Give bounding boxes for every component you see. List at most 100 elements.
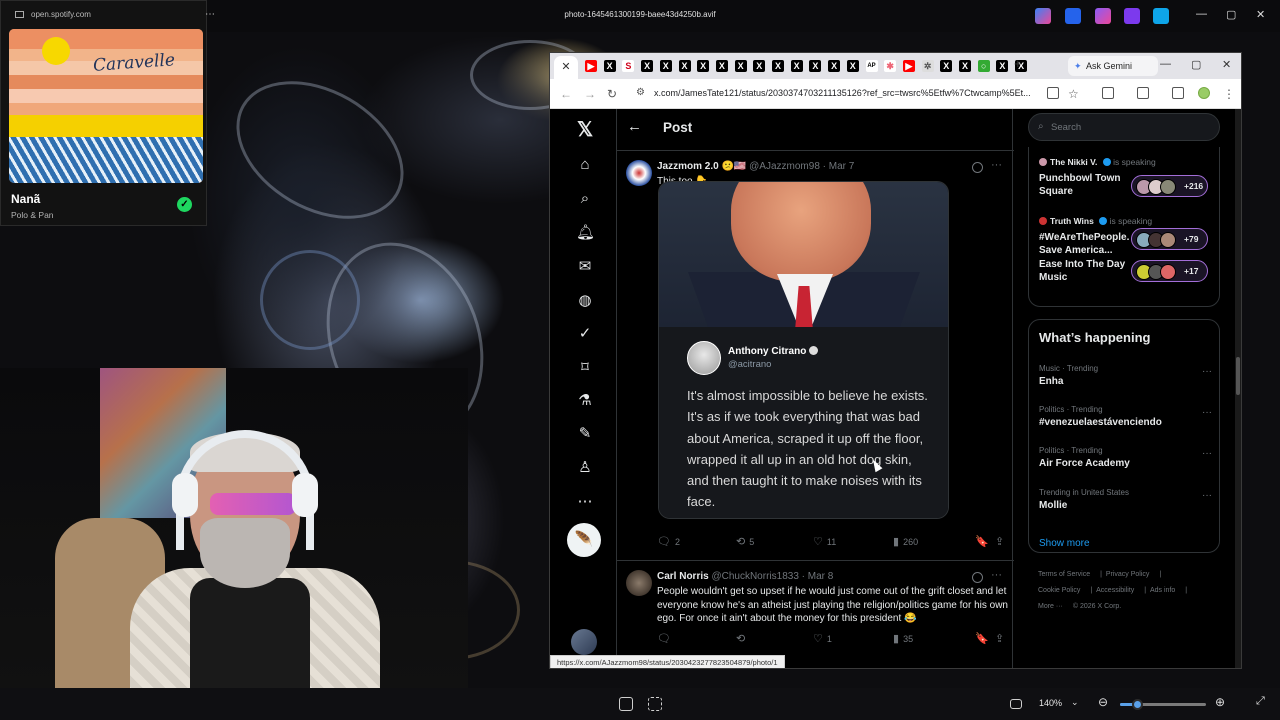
app-icon[interactable] [1124, 8, 1140, 24]
views-button[interactable]: ▮ 260 [893, 535, 918, 548]
more-icon[interactable]: ··· [1202, 366, 1212, 377]
space-listeners[interactable]: +216 [1131, 175, 1208, 197]
cloud-icon[interactable] [1153, 8, 1169, 24]
repost-button[interactable]: ⟲ [736, 632, 749, 645]
more-icon[interactable]: ⋯ [576, 493, 594, 511]
ask-gemini-button[interactable]: ✦ Ask Gemini [1068, 56, 1158, 76]
premium-icon[interactable]: ⚗ [576, 392, 594, 410]
tweet[interactable]: Jazzmom 2.0 😕🇺🇸 @AJazzmom98 · Mar 7 ··· … [617, 151, 1014, 561]
reply-button[interactable]: 🗨 2 [657, 535, 680, 548]
messages-icon[interactable]: ✉ [576, 258, 594, 276]
zoom-out-icon[interactable]: ⊖ [1098, 695, 1108, 709]
share-button[interactable]: ⇪ [995, 535, 1008, 548]
browser-minimize-button[interactable]: — [1160, 58, 1171, 70]
bookmarks-icon[interactable]: ⌑ [576, 359, 594, 377]
x-logo-icon[interactable]: 𝕏 [576, 120, 594, 140]
x-tab-icon[interactable]: X [959, 60, 971, 72]
chevron-down-icon[interactable]: ⌄ [1071, 697, 1079, 708]
share-icon[interactable] [1047, 87, 1059, 99]
site-settings-icon[interactable] [15, 11, 24, 18]
grok-icon[interactable]: ◍ [576, 292, 594, 310]
post-button[interactable]: 🪶 [567, 523, 601, 557]
trend-item[interactable]: Music · Trending Enha ··· [1039, 364, 1214, 387]
x-tab-icon[interactable]: X [641, 60, 654, 72]
chrome-menu-icon[interactable]: ⋮ [1223, 87, 1235, 101]
profile-icon[interactable] [1198, 87, 1210, 99]
extensions-icon[interactable] [1102, 87, 1114, 99]
back-arrow-icon[interactable]: ← [627, 118, 642, 135]
forward-icon[interactable]: → [584, 87, 596, 101]
more-icon[interactable]: ··· [991, 569, 1002, 581]
tweet-author[interactable]: Carl Norris @ChuckNorris1833 · Mar 8 [657, 571, 833, 582]
url-input[interactable]: x.com/JamesTate121/status/20303747032111… [654, 88, 1034, 98]
footer-link[interactable]: Accessibility [1096, 587, 1134, 594]
scan-icon[interactable] [648, 697, 662, 711]
expand-icon[interactable]: ⤢ [1256, 695, 1265, 708]
avatar[interactable] [626, 570, 652, 596]
zoom-in-icon[interactable]: ⊕ [1215, 695, 1225, 709]
s-tab-icon[interactable]: S [622, 60, 635, 72]
profile-icon[interactable]: ♙ [576, 459, 594, 477]
like-button[interactable]: ♡ 11 [813, 535, 836, 548]
tweet-handle[interactable]: @AJazzmom98 · Mar 7 [749, 161, 854, 172]
bookmark-button[interactable]: 🔖 [975, 535, 993, 548]
page-scrollbar[interactable] [1235, 109, 1241, 668]
browser-maximize-button[interactable]: ▢ [1191, 58, 1201, 71]
more-icon[interactable]: ··· [1202, 448, 1212, 459]
youtube-tab-icon[interactable]: ▶ [902, 60, 915, 72]
minimize-button[interactable]: — [1196, 8, 1207, 20]
site-info-icon[interactable]: ⚙ [636, 87, 645, 98]
x-tab-icon[interactable]: X [940, 60, 953, 72]
footer-link[interactable]: Terms of Service [1038, 571, 1090, 578]
scroll-thumb[interactable] [1236, 357, 1240, 395]
footer-link[interactable]: Cookie Policy [1038, 587, 1080, 594]
repost-button[interactable]: ⟲ 5 [736, 535, 754, 548]
x-tab-icon[interactable]: X [678, 60, 691, 72]
x-tab-icon[interactable]: X [715, 60, 728, 72]
more-icon[interactable]: ··· [1202, 407, 1212, 418]
lists-icon[interactable]: ✎ [576, 425, 594, 443]
close-button[interactable]: ✕ [1256, 8, 1265, 21]
tweet[interactable]: Carl Norris @ChuckNorris1833 · Mar 8 ···… [617, 561, 1014, 668]
active-tab[interactable]: ✕ [554, 56, 578, 79]
fullscreen-frame-icon[interactable] [1010, 699, 1022, 709]
space-listeners[interactable]: +79 [1131, 228, 1208, 250]
footer-link[interactable]: Ads info [1150, 587, 1175, 594]
footer-link[interactable]: More ··· [1038, 603, 1063, 610]
ap-tab-icon[interactable]: AP [865, 60, 878, 72]
youtube-tab-icon[interactable]: ▶ [585, 60, 597, 72]
reload-icon[interactable]: ↻ [607, 87, 617, 101]
account-avatar[interactable] [571, 629, 597, 655]
tweet-handle[interactable]: @ChuckNorris1833 · Mar 8 [711, 571, 833, 582]
x-tab-icon[interactable]: X [734, 60, 747, 72]
x-tab-icon[interactable]: X [753, 60, 766, 72]
home-icon[interactable]: ⌂ [576, 156, 594, 174]
tab-close-icon[interactable]: ✕ [561, 61, 570, 73]
tweet-author[interactable]: Jazzmom 2.0 😕🇺🇸 @AJazzmom98 · Mar 7 [657, 161, 854, 172]
x-tab-icon[interactable]: X [659, 60, 672, 72]
saved-check-icon[interactable]: ✓ [177, 197, 192, 212]
app-icon[interactable] [1095, 8, 1111, 24]
bookmark-star-icon[interactable]: ☆ [1068, 87, 1079, 101]
trend-item[interactable]: Politics · Trending Air Force Academy ··… [1039, 446, 1214, 469]
x-tab-icon[interactable]: X [996, 60, 1009, 72]
x-tab-icon[interactable]: X [828, 60, 841, 72]
search-input[interactable]: ⌕ Search [1028, 113, 1220, 141]
avatar[interactable] [626, 160, 652, 186]
zoom-level[interactable]: 140% [1039, 698, 1062, 708]
show-more-link[interactable]: Show more [1039, 538, 1090, 549]
x-tab-icon[interactable]: X [790, 60, 803, 72]
more-icon[interactable]: ··· [1202, 490, 1212, 501]
grok-icon[interactable] [972, 572, 983, 583]
space-listeners[interactable]: +17 [1131, 260, 1208, 282]
views-button[interactable]: ▮ 35 [893, 632, 913, 645]
reply-button[interactable]: 🗨 [657, 632, 675, 645]
track-artist[interactable]: Polo & Pan [11, 210, 54, 220]
x-tab-icon[interactable]: X [697, 60, 710, 72]
notifications-icon[interactable]: 🔔︎ [576, 224, 595, 242]
fit-icon[interactable] [619, 697, 633, 711]
trend-item[interactable]: Trending in United States Mollie ··· [1039, 488, 1214, 511]
back-icon[interactable]: ← [560, 87, 572, 101]
tweet-image[interactable]: Anthony Citrano @acitrano It's almost im… [658, 181, 949, 519]
bookmark-button[interactable]: 🔖 [975, 632, 993, 645]
